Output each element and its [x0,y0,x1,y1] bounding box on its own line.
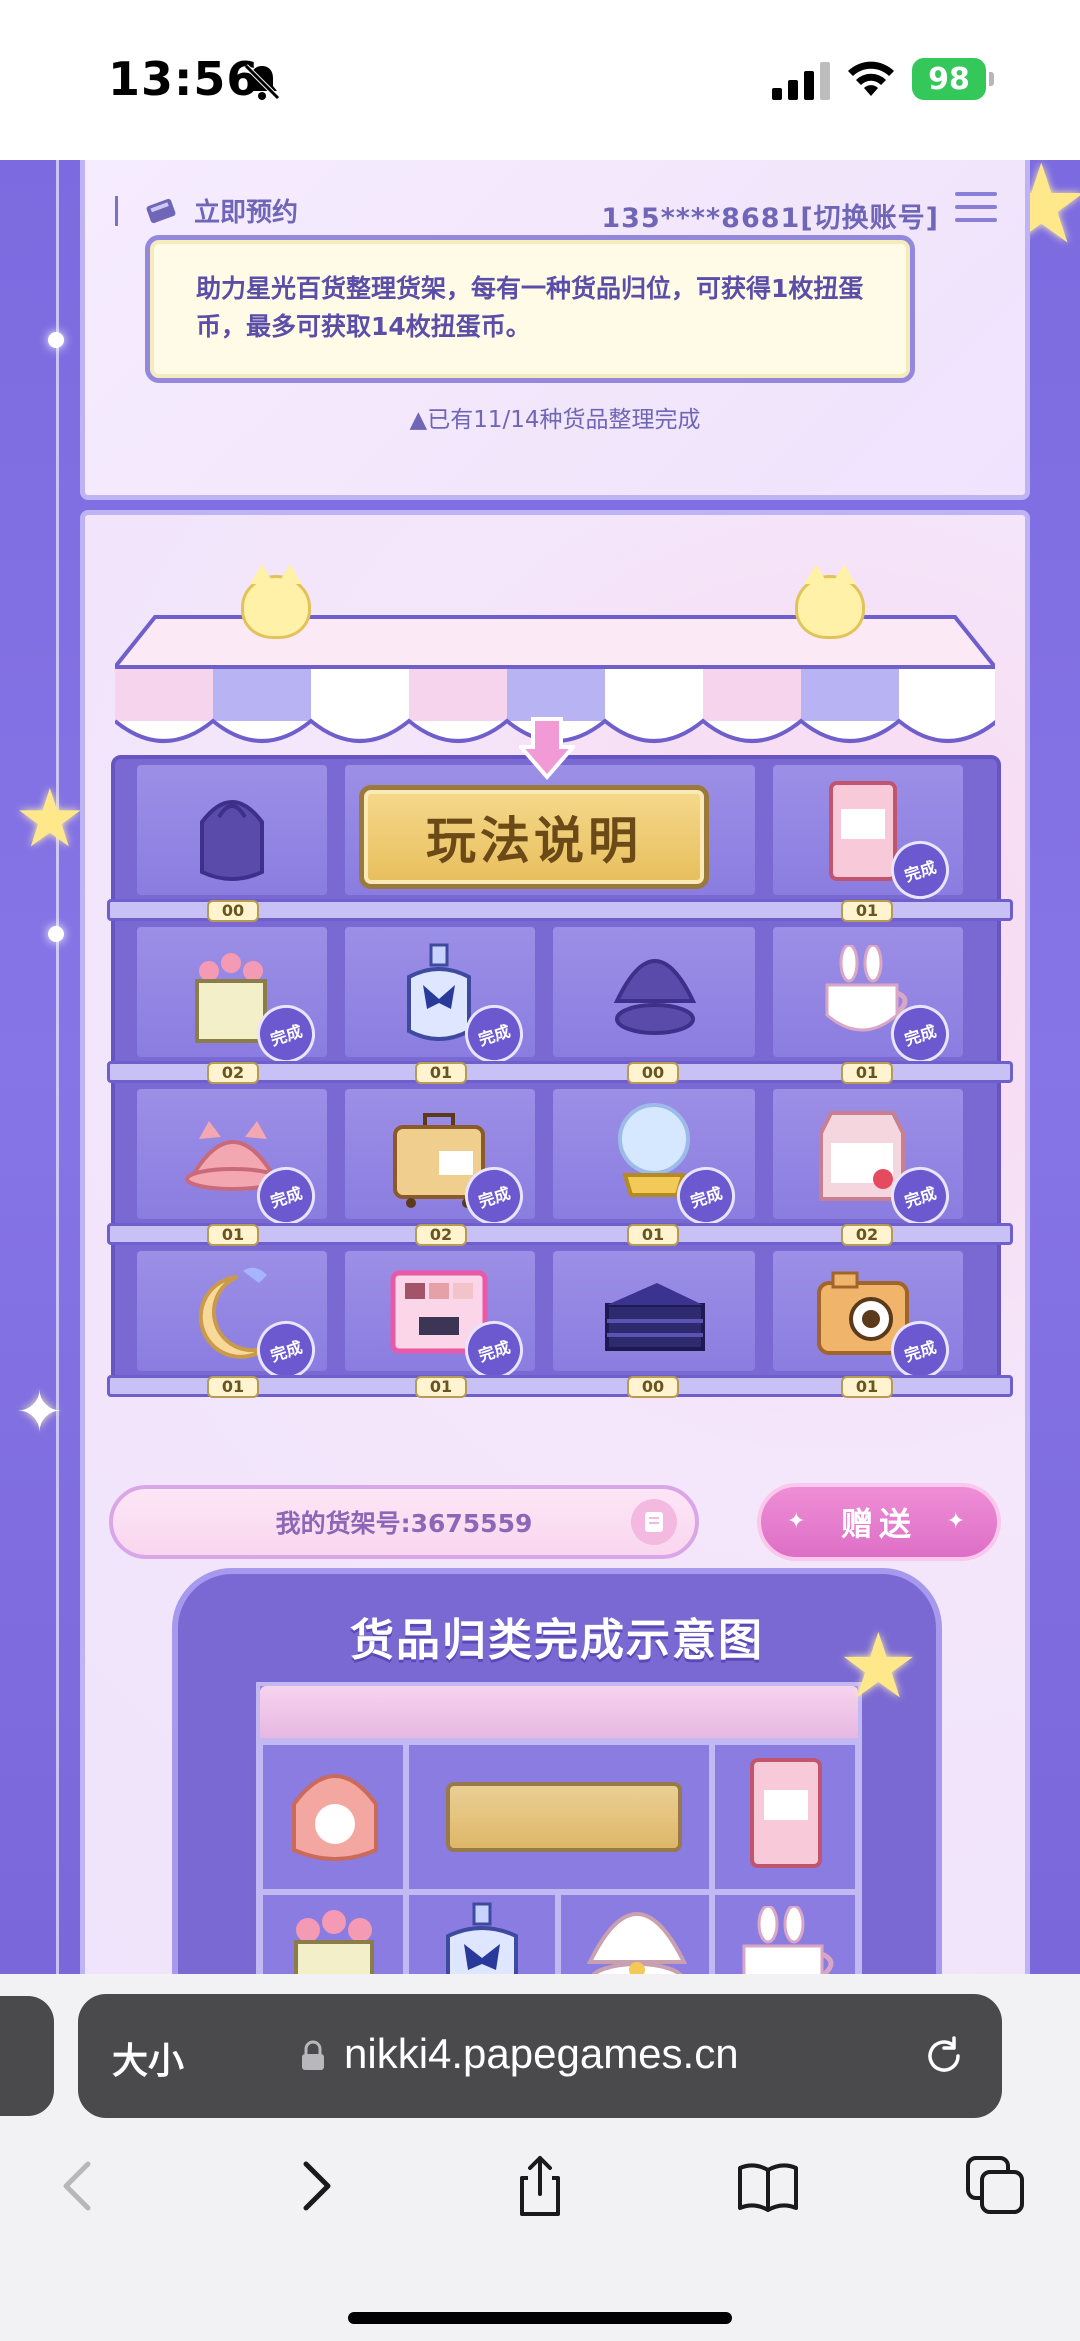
url-text: nikki4.papegames.cn [344,2030,739,2077]
previous-tab-preview[interactable] [0,1996,54,2116]
tabs-icon[interactable] [964,2154,1028,2218]
shelf-slot-photo-album[interactable]: 完成 [773,765,963,907]
shelf-slot-shell[interactable] [553,927,755,1057]
gift-button-label: 赠送 [840,1505,917,1543]
gift-button[interactable]: ✦ 赠送 ✦ [757,1483,1001,1561]
pen-icon [146,198,176,223]
sparkle-icon: ✦ [946,1509,971,1534]
account-switch[interactable]: 135****8681[切换账号] [601,196,939,235]
sparkle-icon: ✦ [787,1509,812,1534]
top-panel: 立即预约 135****8681[切换账号] 助力星光百货整理货架，每有一种货品… [80,160,1030,500]
cellular-signal-icon [772,62,830,100]
sample-header-bar [260,1686,858,1742]
preorder-link[interactable]: 立即预约 [115,192,298,229]
bunny-mug-icon [742,1906,834,1974]
shelf-slot-flower-basket[interactable]: 完成 [137,927,327,1071]
shelf-slot-bunny-mug[interactable]: 完成 [773,927,963,1071]
count-tag: 02 [415,1224,467,1246]
shelf-slot-crystal-ball[interactable]: 完成 [553,1089,755,1233]
decor-side-line [56,160,59,1974]
arrow-down-icon [519,717,575,781]
divider [115,195,118,226]
count-tag: 01 [415,1062,467,1084]
sparkle-icon: ✦ [16,1380,63,1445]
count-tag: 00 [627,1062,679,1084]
count-tag: 02 [841,1224,893,1246]
star-decor-icon: ★ [838,1614,919,1719]
count-tag: 01 [841,900,893,922]
shell-icon [613,959,697,1035]
battery-level: 98 [928,61,970,97]
preorder-label: 立即预约 [194,198,299,228]
status-time: 13:56 [108,52,260,106]
sample-rules-placeholder [446,1782,682,1852]
cat-mascot-icon [795,564,865,639]
address-bar[interactable]: 大小 nikki4.papegames.cn [78,1994,1002,2118]
bookmarks-icon[interactable] [736,2154,800,2218]
perfume-icon [446,1902,518,1974]
flower-basket-icon [294,1910,374,1974]
notice-box: 助力星光百货整理货架，每有一种货品归位，可获得1枚扭蛋币，最多可获取14枚扭蛋币… [145,235,915,383]
cat-mascot-icon [241,564,311,639]
share-icon[interactable] [508,2154,572,2218]
sample-diagram: 货品归类完成示意图 ★ [172,1568,942,1974]
count-tag: 01 [415,1376,467,1398]
shelf-slot-moon-pillow[interactable]: 完成 [137,1251,327,1387]
count-tag: 01 [207,1224,259,1246]
text-size-button[interactable]: 大小 [112,2032,184,2084]
back-icon[interactable] [48,2154,112,2218]
shelf-slot-backpack[interactable] [137,765,327,895]
backpack-icon [292,1774,378,1861]
shelf-slot-suitcase[interactable]: 完成 [345,1089,535,1233]
shelf-id-label: 我的货架号:3675559 [275,1509,533,1538]
cake-icon [605,1283,705,1351]
count-tag: 00 [207,900,259,922]
notice-text: 助力星光百货整理货架，每有一种货品归位，可获得1枚扭蛋币，最多可获取14枚扭蛋币… [196,274,864,341]
status-bar: 13:56 98 [0,0,1080,160]
rules-button[interactable]: 玩法说明 [359,785,709,889]
backpack-icon [200,800,264,881]
count-tag: 01 [841,1062,893,1084]
battery-indicator: 98 [912,58,994,100]
lock-icon [302,2040,324,2070]
shelf-slot-cat-hat[interactable]: 完成 [137,1089,327,1233]
count-tag: 01 [627,1224,679,1246]
home-indicator [348,2312,732,2324]
reload-icon[interactable] [922,2034,966,2078]
shelf-slot-milk-carton[interactable]: 完成 [773,1089,963,1233]
shelf-slot-cake[interactable] [553,1251,755,1371]
count-tag: 01 [207,1376,259,1398]
star-decor-icon: ★ [14,772,86,865]
decor-dot [48,332,64,348]
shelf-slot-camera[interactable]: 完成 [773,1251,963,1387]
menu-icon[interactable] [955,192,997,228]
sample-grid [256,1682,862,1974]
shelf-id-field: 我的货架号:3675559 [109,1485,699,1559]
bell-slash-icon [244,64,280,100]
web-content: ★ ★ ✦ 立即预约 135****8681[切换账号] 助力星光百货整理货架，… [0,160,1080,1974]
count-tag: 02 [207,1062,259,1084]
goods-shelf: 完成 00 01 完成 完成 完成 02 01 00 01 完成 完成 完成 完… [107,755,1013,1398]
safari-bottom-bar: 大小 nikki4.papegames.cn [0,1974,1080,2341]
copy-icon[interactable] [631,1499,677,1545]
photo-album-icon [750,1758,822,1868]
forward-icon[interactable] [282,2154,346,2218]
decor-dot [48,926,64,942]
shelf-slot-eyeshadow-palette[interactable]: 完成 [345,1251,535,1387]
sample-title: 货品归类完成示意图 [350,1615,764,1666]
shelf-slot-perfume[interactable]: 完成 [345,927,535,1071]
progress-text: ▲已有11/14种货品整理完成 [409,407,701,433]
wifi-icon [848,61,894,96]
count-tag: 00 [627,1376,679,1398]
shell-icon [586,1912,688,1974]
count-tag: 01 [841,1376,893,1398]
